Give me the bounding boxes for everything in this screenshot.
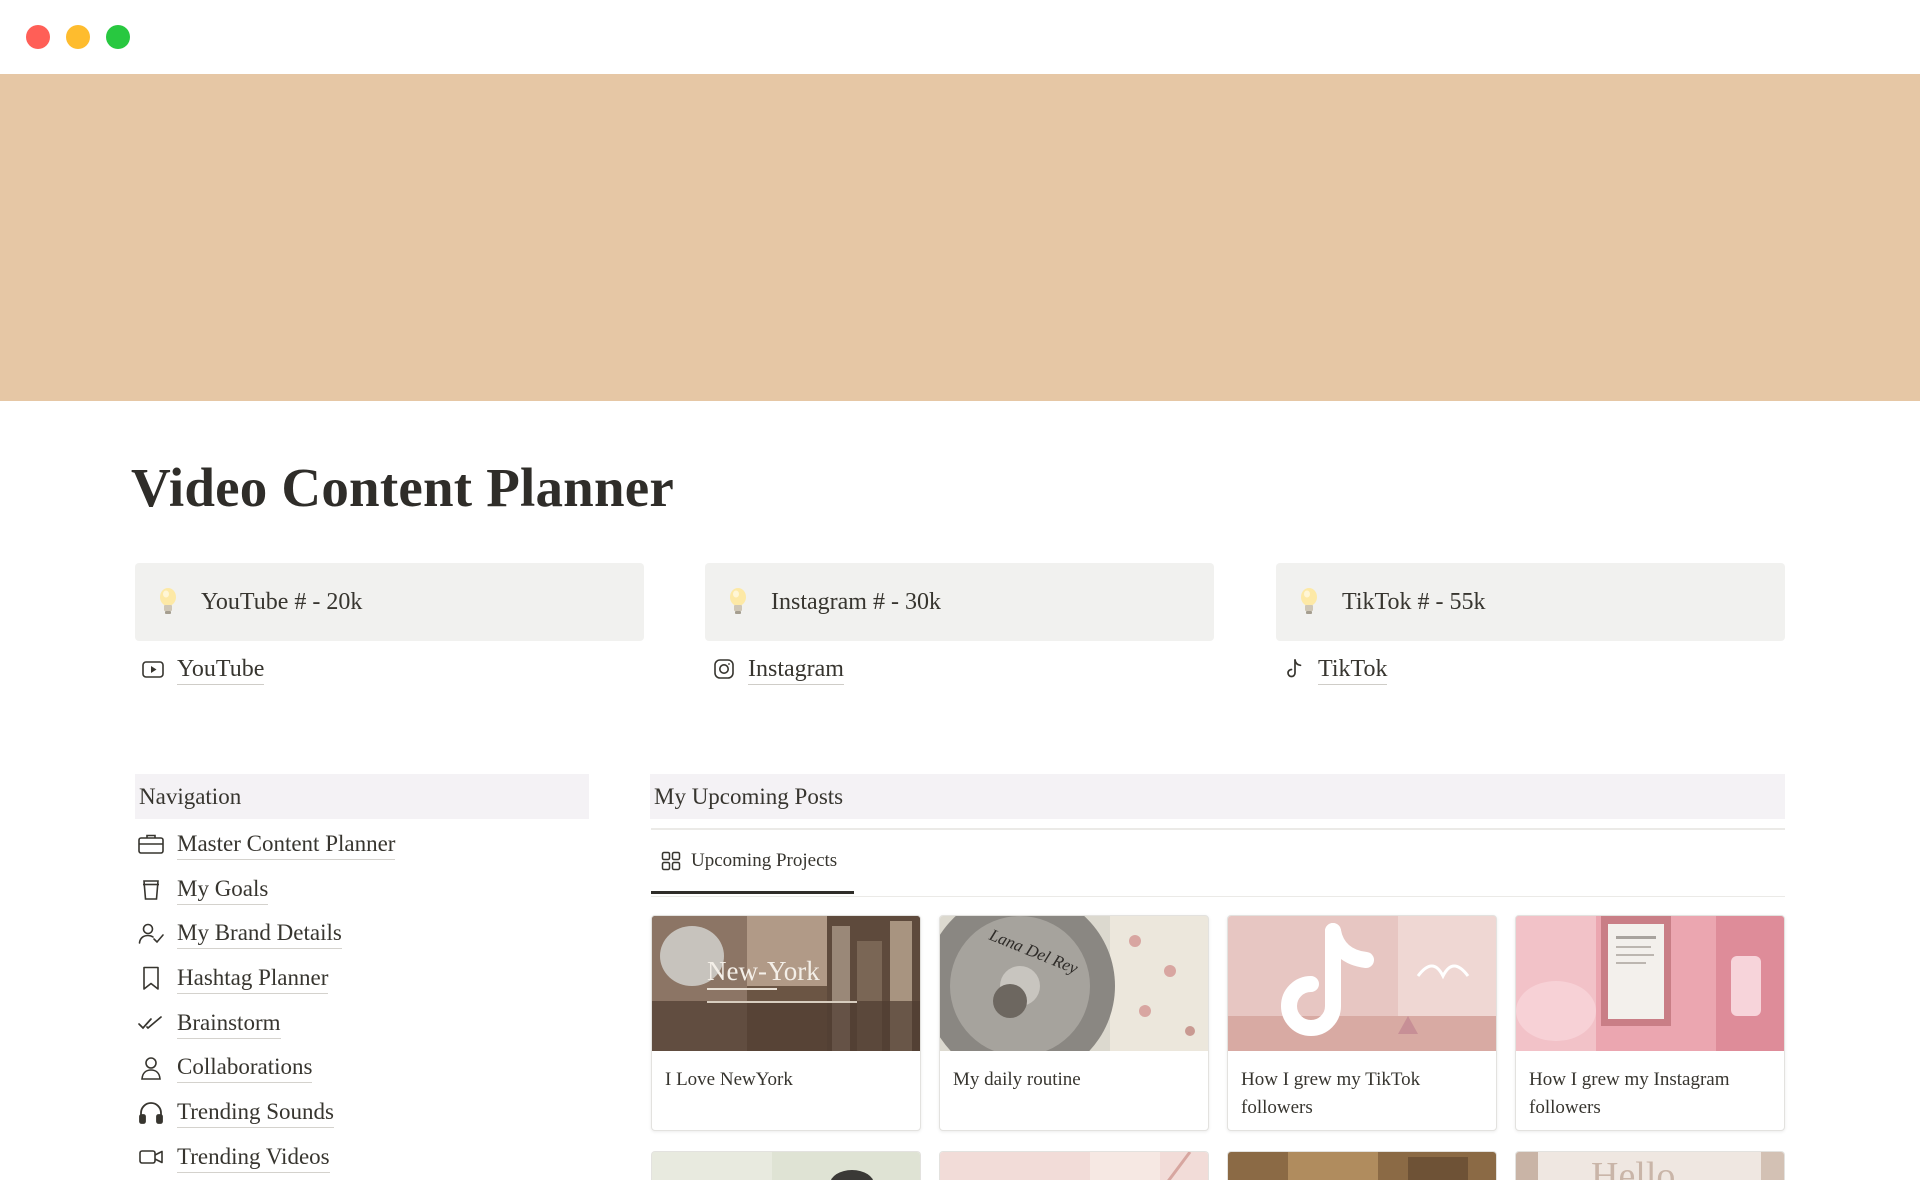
card-cover-image (1516, 916, 1784, 1051)
card-title: How I grew my TikTok followers (1241, 1069, 1421, 1118)
video-camera-icon (139, 1150, 163, 1164)
tab-label: Upcoming Projects (691, 849, 838, 871)
page-bottom-edge (0, 1180, 1920, 1200)
nav-item-brainstorm[interactable]: Brainstorm (137, 1001, 587, 1046)
card-cover-image: New-York (652, 916, 920, 1051)
minimize-window-button[interactable] (66, 25, 90, 49)
instagram-icon (714, 659, 734, 679)
callout-text: Instagram # - 30k (771, 588, 941, 615)
page-link-tiktok[interactable]: TikTok (1281, 651, 1388, 687)
gallery-card-tiktok-followers[interactable]: How I grew my TikTok followers (1227, 915, 1497, 1131)
nav-item-label: Trending Sounds (177, 1097, 334, 1128)
cup-icon (143, 880, 159, 900)
bookmark-icon (143, 967, 159, 991)
headphones-icon (139, 1102, 163, 1125)
page-cover[interactable] (0, 74, 1920, 401)
navigation-list: Master Content Planner My Goals My Brand… (137, 822, 587, 1180)
nav-item-label: Collaborations (177, 1052, 313, 1084)
page-link-label: TikTok (1318, 654, 1388, 685)
database-view-tabs: Upcoming Projects (651, 828, 1785, 897)
nav-item-collaborations[interactable]: Collaborations (137, 1045, 587, 1090)
nav-item-label: My Goals (177, 874, 269, 905)
page-link-instagram[interactable]: Instagram (711, 651, 844, 687)
briefcase-icon (138, 835, 164, 855)
nav-item-label: Hashtag Planner (177, 963, 329, 994)
gallery-card-my-daily-routine[interactable]: Lana Del Rey My daily routine (939, 915, 1209, 1131)
maximize-window-button[interactable] (106, 25, 130, 49)
callout-youtube-count[interactable]: YouTube # - 20k (135, 563, 644, 641)
page-link-youtube[interactable]: YouTube (140, 651, 265, 687)
lightbulb-icon (160, 588, 176, 614)
nav-item-label: My Brand Details (177, 918, 342, 950)
upcoming-posts-heading[interactable]: My Upcoming Posts (650, 774, 1785, 819)
page-title[interactable]: Video Content Planner (131, 456, 674, 519)
close-window-button[interactable] (26, 25, 50, 49)
nav-item-trending-videos[interactable]: Trending Videos (137, 1135, 587, 1180)
nav-item-label: Brainstorm (177, 1008, 281, 1039)
lightbulb-icon (730, 588, 746, 614)
nav-item-my-brand-details[interactable]: My Brand Details (137, 911, 587, 956)
tiktok-icon (1287, 659, 1302, 678)
nav-item-label: Master Content Planner (177, 829, 396, 860)
person-icon (141, 1056, 161, 1080)
navigation-heading[interactable]: Navigation (135, 774, 589, 819)
window-titlebar (0, 0, 1920, 74)
nav-item-hashtag-planner[interactable]: Hashtag Planner (137, 956, 587, 1001)
callout-instagram-count[interactable]: Instagram # - 30k (705, 563, 1214, 641)
card-title: My daily routine (953, 1069, 1081, 1090)
callout-text: TikTok # - 55k (1342, 588, 1486, 615)
nav-item-trending-sounds[interactable]: Trending Sounds (137, 1090, 587, 1135)
gallery-grid-icon (661, 851, 681, 870)
tab-upcoming-projects[interactable]: Upcoming Projects (651, 830, 854, 894)
page-link-label: Instagram (748, 654, 844, 685)
lightbulb-icon (1301, 588, 1317, 614)
card-title: How I grew my Instagram followers (1529, 1069, 1730, 1118)
callout-text: YouTube # - 20k (201, 588, 363, 615)
nav-item-my-goals[interactable]: My Goals (137, 867, 587, 912)
nav-item-label: Trending Videos (177, 1142, 330, 1173)
card-cover-image (1228, 916, 1496, 1051)
card-title: I Love NewYork (665, 1069, 793, 1090)
gallery-card-i-love-newyork[interactable]: New-York I Love NewYork (651, 915, 921, 1131)
gallery-card-instagram-followers[interactable]: How I grew my Instagram followers (1515, 915, 1785, 1131)
page-link-label: YouTube (177, 654, 265, 685)
double-check-icon (138, 1016, 162, 1030)
youtube-play-icon (142, 661, 164, 678)
person-check-icon (138, 923, 164, 944)
callout-tiktok-count[interactable]: TikTok # - 55k (1276, 563, 1785, 641)
thumb-caption: New-York (707, 956, 820, 986)
card-cover-image: Lana Del Rey (940, 916, 1208, 1051)
nav-item-master-content-planner[interactable]: Master Content Planner (137, 822, 587, 867)
